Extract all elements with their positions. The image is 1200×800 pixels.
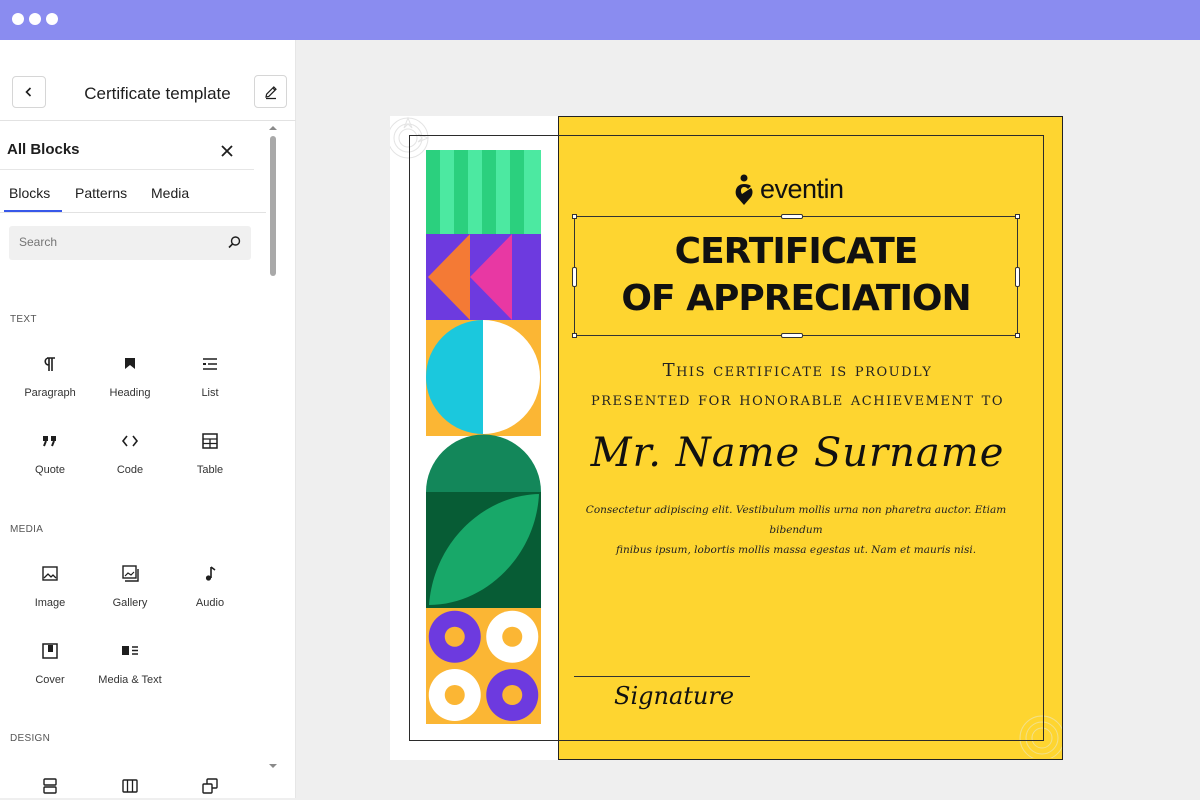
sidebar-scrollbar[interactable] [266,122,280,774]
close-inserter-button[interactable] [214,138,240,164]
eventin-logo: eventin [732,172,872,208]
resize-handle[interactable] [572,333,577,338]
divider [0,169,254,170]
audio-icon [205,566,216,581]
block-label: Cover [35,674,65,686]
paragraph-icon [44,357,55,371]
category-label-design: DESIGN [10,733,51,744]
tab-patterns[interactable]: Patterns [75,185,127,201]
pencil-icon [264,85,277,99]
block-inserter: All Blocks Blocks Patterns Media TEXT Pa… [0,122,266,798]
quote-icon [43,436,56,447]
block-cover[interactable]: Cover [11,633,89,697]
block-label: Image [34,597,66,609]
group-icon [43,778,57,794]
block-label: Heading [109,387,151,399]
block-group[interactable] [11,768,89,798]
table-icon [202,433,218,449]
block-label: Audio [195,597,225,609]
block-columns[interactable] [91,768,169,798]
chevron-left-icon [25,87,32,97]
signature-label[interactable]: Signature [614,682,734,710]
block-quote[interactable]: Quote [11,423,89,487]
code-icon [121,435,139,447]
eventin-logo-icon [735,174,753,205]
image-icon [42,566,58,581]
resize-handle[interactable] [572,214,577,219]
search-field [9,226,251,260]
tab-blocks[interactable]: Blocks [9,185,50,201]
block-duplicate[interactable] [171,768,249,798]
body-line: finibus ipsum, lobortis mollis massa ege… [615,544,977,556]
window-dot-icon [46,13,58,25]
sidebar-title: Certificate template [84,84,231,103]
recipient-name[interactable]: Mr. Name Surname [570,430,1025,476]
certificate-title[interactable]: CERTIFICATE OF APPRECIATION [574,228,1018,322]
block-label: List [201,387,219,399]
editor-sidebar: Certificate template All Blocks Blocks P… [0,40,296,798]
scroll-up-icon[interactable] [266,124,280,132]
resize-handle[interactable] [781,333,803,338]
cover-icon [42,643,58,659]
browser-title-bar [0,0,1200,40]
media-text-icon [122,646,138,655]
sidebar-header: Certificate template [0,40,296,121]
body-line: Consectetur adipiscing elit. Vestibulum … [585,504,1007,536]
block-paragraph[interactable]: Paragraph [11,346,89,410]
scroll-down-icon[interactable] [266,762,280,770]
list-icon [203,358,217,370]
category-label-text: TEXT [10,314,37,325]
resize-handle[interactable] [1015,214,1020,219]
resize-handle[interactable] [781,214,803,219]
window-dot-icon [29,13,41,25]
category-label-media: MEDIA [10,524,44,535]
block-list[interactable]: List [171,346,249,410]
logo-text: eventin [760,174,844,204]
search-input[interactable] [19,235,219,249]
close-icon [221,145,233,157]
title-line: CERTIFICATE [674,231,919,272]
block-table[interactable]: Table [171,423,249,487]
certificate-canvas[interactable]: eventin CERTIFICATE OF APPRECIATION This… [390,116,1063,760]
inserter-title: All Blocks [7,141,80,158]
search-icon[interactable] [227,235,242,250]
tab-media[interactable]: Media [151,185,189,201]
block-label: Quote [35,464,65,476]
block-label: Table [196,464,224,476]
resize-handle[interactable] [1015,333,1020,338]
block-gallery[interactable]: Gallery [91,556,169,620]
block-label: Media & Text [98,674,162,686]
signature-line [574,676,750,677]
block-image[interactable]: Image [11,556,89,620]
subtitle-line: presented for honorable achievement to [591,389,1004,410]
back-button[interactable] [12,76,46,108]
gallery-icon [122,565,139,582]
scrollbar-thumb[interactable] [270,136,276,276]
block-code[interactable]: Code [91,423,169,487]
duplicate-icon [202,778,218,794]
block-label: Code [116,464,144,476]
heading-icon [125,358,135,369]
block-heading[interactable]: Heading [91,346,169,410]
subtitle-line: This certificate is proudly [662,360,933,381]
block-media-text[interactable]: Media & Text [91,633,169,697]
certificate-body-text: Consectetur adipiscing elit. Vestibulum … [582,500,1010,560]
block-label: Gallery [112,597,148,609]
divider [0,212,266,213]
window-dot-icon [12,13,24,25]
geometric-pattern-icon [426,150,541,724]
title-line: OF APPRECIATION [621,278,971,319]
edit-button[interactable] [254,75,287,108]
block-audio[interactable]: Audio [171,556,249,620]
columns-icon [122,779,138,793]
certificate-subtitle: This certificate is proudly presented fo… [570,356,1025,414]
block-label: Paragraph [24,387,76,399]
